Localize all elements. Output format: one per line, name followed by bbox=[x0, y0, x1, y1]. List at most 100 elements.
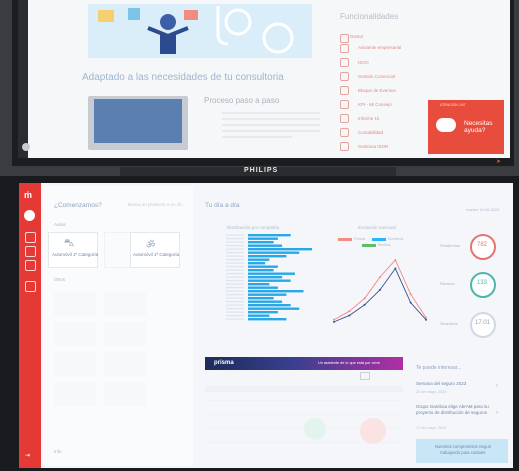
line-point bbox=[363, 303, 366, 306]
ghost-tile[interactable] bbox=[54, 352, 96, 376]
function-item[interactable]: Gestor bbox=[350, 34, 364, 39]
gauge-value: 782 bbox=[477, 242, 488, 248]
hbar-category-label bbox=[226, 279, 244, 282]
line-chart bbox=[330, 253, 430, 327]
hbar-bar bbox=[248, 241, 274, 244]
ghost-tile[interactable] bbox=[54, 322, 96, 346]
function-item[interactable]: Asistente empresarial bbox=[358, 45, 401, 50]
chevron-right-icon[interactable]: › bbox=[496, 383, 498, 389]
legend-swatch bbox=[338, 238, 352, 241]
paragraph-line bbox=[222, 136, 292, 138]
ghost-tile[interactable] bbox=[104, 292, 146, 316]
gear-icon[interactable] bbox=[25, 281, 36, 292]
legend-label: Recibos bbox=[378, 243, 391, 247]
gauge-value: 133 bbox=[477, 280, 488, 286]
gauge-label: Siniestros bbox=[440, 321, 458, 326]
function-item[interactable]: Gestiona ISOR bbox=[358, 144, 388, 149]
calendar-icon[interactable] bbox=[360, 372, 370, 380]
welcome-heading: ¿Comenzamos? bbox=[54, 202, 102, 209]
hbar-category-label bbox=[226, 248, 244, 250]
home-icon[interactable] bbox=[25, 232, 36, 243]
avatar[interactable] bbox=[24, 210, 35, 221]
banner-illustration bbox=[88, 4, 312, 58]
function-icon bbox=[340, 86, 349, 95]
table-row bbox=[205, 414, 403, 415]
tagline: Proceso paso a paso bbox=[204, 96, 280, 105]
section-info: Info bbox=[54, 449, 62, 454]
function-item[interactable]: Bloque de Eventos bbox=[358, 88, 396, 93]
hbar-bar bbox=[248, 237, 278, 240]
hbar-category-label bbox=[226, 272, 244, 275]
hbar-bar bbox=[248, 258, 270, 261]
search-input[interactable]: Busca un producto o un cli... bbox=[128, 202, 185, 207]
commitments-text: Nuestros compromisos Seguir trabajando p… bbox=[434, 444, 492, 455]
hbar-chart-title: Distribución por compañía bbox=[227, 225, 280, 230]
function-icon bbox=[340, 114, 349, 123]
document-icon[interactable] bbox=[25, 246, 36, 257]
hbar-category-label bbox=[226, 311, 244, 313]
hbar-bar bbox=[248, 304, 291, 307]
main-heading: Tu día a día bbox=[205, 202, 240, 209]
ghost-tile[interactable] bbox=[104, 352, 146, 376]
function-icon bbox=[340, 44, 349, 53]
ghost-tile[interactable] bbox=[54, 292, 96, 316]
functions-title: Funcionalidades bbox=[340, 12, 399, 21]
hbar-bar bbox=[248, 314, 270, 317]
arrow-right-icon[interactable]: ➤ bbox=[496, 158, 501, 165]
help-header: ATENCION 24/7 bbox=[440, 103, 466, 107]
hbar-bar bbox=[248, 290, 304, 293]
news-date: 17 de mayo, 2023 bbox=[416, 426, 447, 430]
hbar-category-label bbox=[226, 307, 244, 310]
hbar-category-label bbox=[226, 318, 244, 320]
line-point bbox=[333, 320, 335, 323]
function-item[interactable]: Informe 1k bbox=[358, 116, 379, 121]
line-point bbox=[425, 318, 427, 321]
app-logo-icon[interactable]: ṁ bbox=[24, 190, 32, 200]
paragraph-line bbox=[222, 118, 320, 120]
settings-icon[interactable] bbox=[22, 143, 30, 151]
hbar-bar bbox=[248, 286, 278, 289]
hbar-bar bbox=[248, 279, 291, 282]
prisma-ad-text: Un asistente de lo que está por venir bbox=[318, 361, 380, 365]
chart-icon[interactable] bbox=[25, 260, 36, 271]
section-others: Otros bbox=[54, 277, 66, 282]
legend-label: Pólizas bbox=[354, 237, 366, 241]
moto-tile-label: Automóvil 1ª Categoría bbox=[133, 252, 180, 257]
car-tile-label: Automóvil 1ª Categoría bbox=[52, 252, 99, 257]
help-label[interactable]: Necesitas ayuda? bbox=[464, 120, 502, 134]
line-point bbox=[363, 297, 366, 300]
hbar-category-label bbox=[226, 251, 244, 254]
function-item[interactable]: Gestión Comercial bbox=[358, 74, 395, 79]
hbar-bar bbox=[248, 297, 274, 300]
news-item[interactable]: Grupo Gamboa elige AbrAM para su proyect… bbox=[416, 404, 506, 416]
function-item[interactable]: Contabilidad bbox=[358, 130, 383, 135]
line-point bbox=[379, 276, 381, 279]
section-autos: Autos bbox=[54, 222, 66, 227]
line-point bbox=[394, 267, 397, 270]
hbar-category-label bbox=[226, 283, 244, 285]
hbar-bar bbox=[248, 272, 295, 275]
line-point bbox=[348, 310, 351, 313]
chat-bubble-icon bbox=[436, 118, 456, 132]
ghost-tile[interactable] bbox=[104, 322, 146, 346]
line-point bbox=[394, 259, 397, 261]
bubble-green bbox=[304, 418, 326, 440]
ghost-tile[interactable] bbox=[54, 382, 96, 406]
line-point bbox=[409, 301, 412, 304]
news-date: 22 de mayo, 2023 bbox=[416, 390, 447, 394]
line-point bbox=[409, 293, 412, 296]
hbar-category-label bbox=[226, 234, 244, 236]
hbar-bar bbox=[248, 269, 274, 272]
news-item[interactable]: Semana del seguro 2023 bbox=[416, 381, 506, 387]
chevron-right-icon[interactable]: › bbox=[496, 410, 498, 416]
line-point bbox=[379, 288, 381, 291]
function-icon bbox=[340, 128, 349, 137]
legend-swatch bbox=[362, 244, 376, 247]
hbar-category-label bbox=[226, 237, 244, 240]
function-item[interactable]: KPI - Mi Consejo bbox=[358, 102, 392, 107]
function-icon bbox=[340, 142, 349, 151]
function-item[interactable]: ISOC bbox=[358, 60, 369, 65]
ghost-tile[interactable] bbox=[104, 382, 146, 406]
prisma-logo: prisma bbox=[214, 360, 234, 366]
logout-icon[interactable]: ⇥ bbox=[25, 452, 30, 459]
